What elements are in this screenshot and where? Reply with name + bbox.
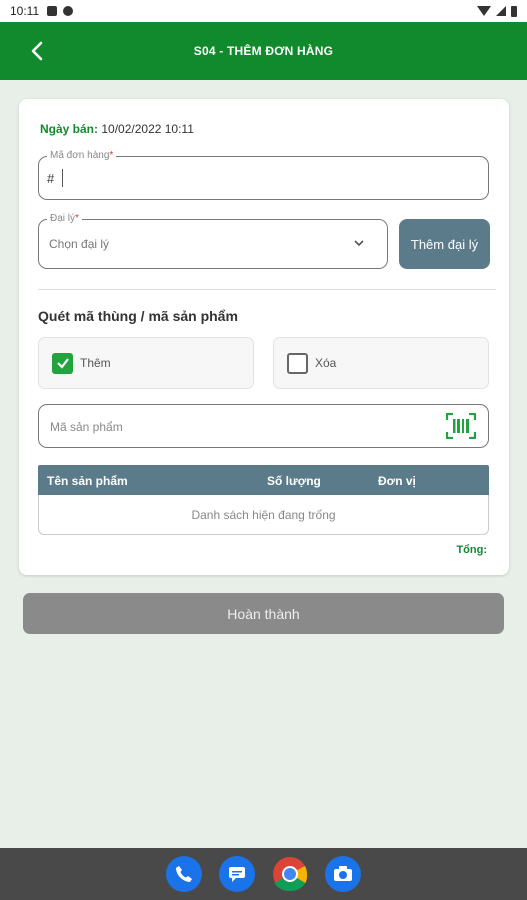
delete-checkbox[interactable] (287, 352, 308, 374)
notification-icon (47, 6, 58, 16)
chevron-down-icon (354, 240, 364, 247)
chrome-icon[interactable] (272, 856, 308, 892)
back-arrow-icon (31, 41, 43, 61)
agent-selected-value: Chọn đại lý (49, 237, 110, 251)
sale-date-value: 10/02/2022 10:11 (101, 122, 194, 136)
text-cursor (62, 169, 63, 187)
message-notification-icon (63, 6, 74, 16)
app-bar: S04 - THÊM ĐƠN HÀNG (0, 22, 527, 80)
status-time: 10:11 (10, 4, 40, 18)
product-code-input[interactable]: Mã sản phẩm (38, 404, 489, 448)
column-header: Đơn vị (378, 474, 416, 488)
sale-date: Ngày bán: 10/02/2022 10:11 (40, 122, 194, 136)
order-code-prefix: # (47, 171, 55, 186)
sale-date-label: Ngày bán: (40, 122, 99, 136)
order-code-label: Mã đơn hàng* (47, 150, 117, 162)
add-agent-button[interactable]: Thêm đại lý (399, 219, 490, 269)
barcode-scan-icon[interactable] (446, 413, 476, 439)
agent-select[interactable]: Đại lý* Chọn đại lý (38, 213, 388, 269)
check-icon (56, 358, 69, 369)
mode-add-label: Thêm (80, 356, 111, 370)
product-code-placeholder: Mã sản phẩm (50, 420, 123, 434)
wifi-icon (477, 6, 491, 16)
mode-delete-label: Xóa (315, 356, 337, 370)
agent-label: Đại lý* (47, 213, 82, 225)
mode-delete-option[interactable]: Xóa (273, 337, 489, 389)
back-button[interactable] (22, 36, 52, 66)
table-empty-state: Danh sách hiện đang trống (38, 495, 489, 535)
order-form-card: Ngày bán: 10/02/2022 10:11 Mã đơn hàng* … (19, 99, 509, 575)
camera-icon[interactable] (325, 856, 361, 892)
page-title: S04 - THÊM ĐƠN HÀNG (193, 44, 334, 58)
scan-section-title: Quét mã thùng / mã sản phẩm (38, 308, 238, 324)
table-header: Tên sản phẩm Số lượng Đơn vị (38, 465, 489, 495)
column-header: Tên sản phẩm (47, 474, 128, 488)
battery-icon (511, 5, 517, 17)
finish-button[interactable]: Hoàn thành (23, 593, 504, 634)
total-label: Tổng: (456, 544, 487, 556)
divider (38, 289, 496, 290)
signal-icon (496, 6, 506, 16)
messages-icon[interactable] (219, 856, 255, 892)
order-code-field[interactable]: Mã đơn hàng* # (38, 150, 489, 200)
column-header: Số lượng (267, 474, 321, 488)
add-checkbox[interactable] (52, 352, 73, 374)
mode-add-option[interactable]: Thêm (38, 337, 254, 389)
phone-icon[interactable] (166, 856, 202, 892)
app-dock (0, 848, 527, 900)
product-table: Tên sản phẩm Số lượng Đơn vị Danh sách h… (38, 465, 489, 535)
status-bar: 10:11 (0, 0, 527, 22)
